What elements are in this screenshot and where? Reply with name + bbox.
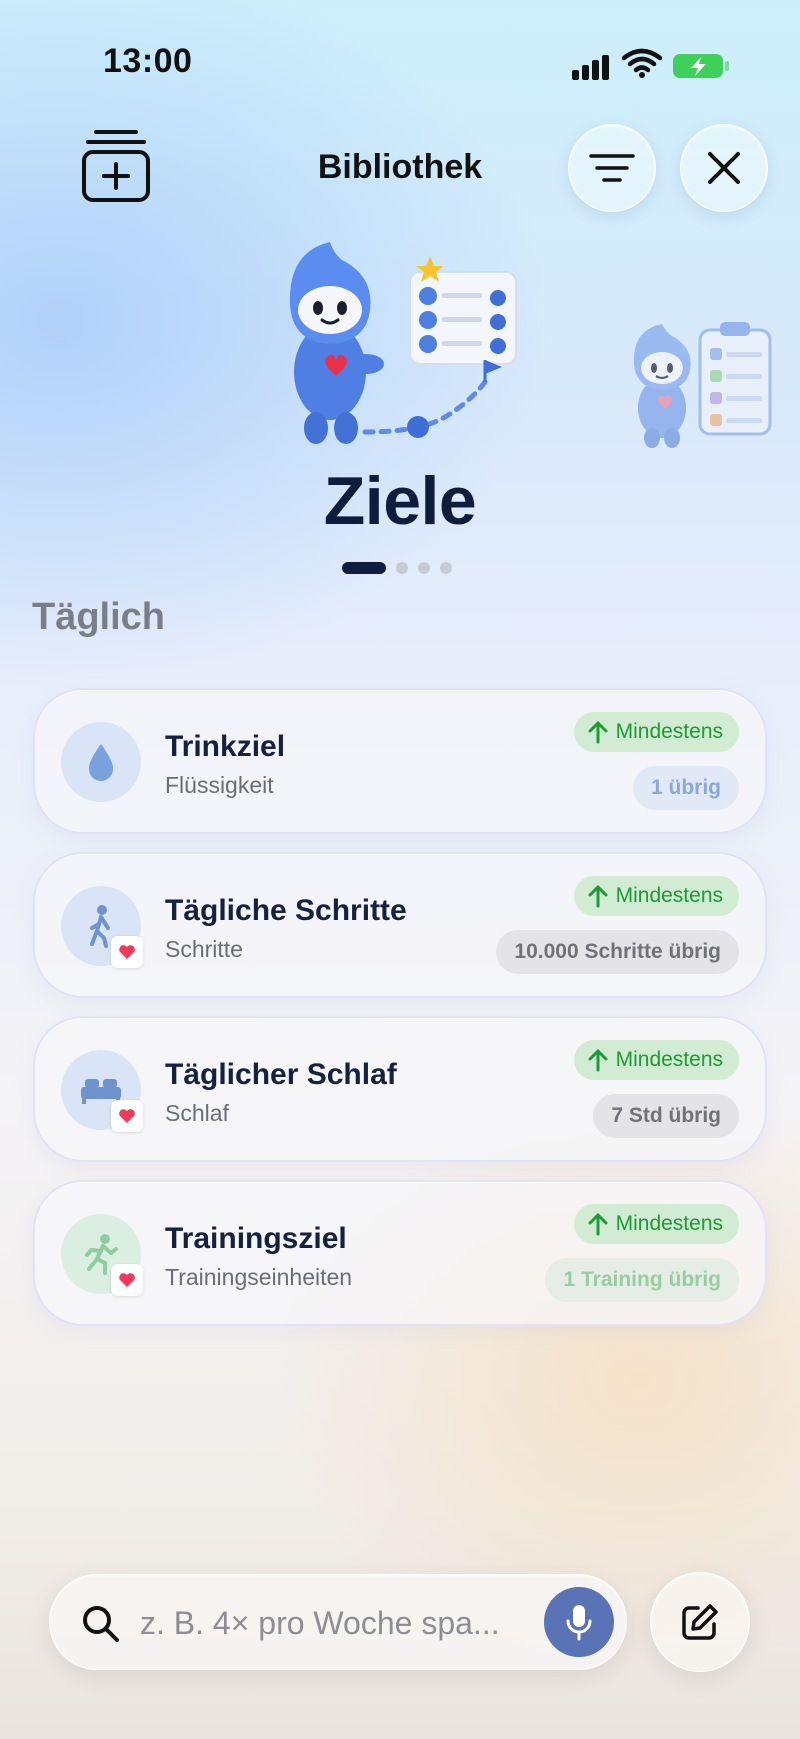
minimum-label: Mindestens bbox=[615, 720, 723, 743]
search-input[interactable] bbox=[140, 1595, 500, 1651]
cellular-signal-icon bbox=[572, 50, 612, 80]
close-button[interactable] bbox=[680, 124, 768, 212]
goal-card-steps[interactable]: Tägliche Schritte Schritte Mindestens 10… bbox=[33, 852, 767, 998]
health-app-badge bbox=[111, 1100, 143, 1132]
minimum-badge: Mindestens bbox=[573, 1040, 739, 1080]
minimum-label: Mindestens bbox=[615, 884, 723, 907]
minimum-label: Mindestens bbox=[615, 1048, 723, 1071]
compose-button[interactable] bbox=[650, 1572, 750, 1672]
arrow-up-icon bbox=[588, 1049, 608, 1072]
wifi-icon bbox=[622, 48, 662, 78]
minimum-badge: Mindestens bbox=[573, 876, 739, 916]
microphone-button[interactable] bbox=[544, 1587, 614, 1657]
remaining-badge: 1 Training übrig bbox=[545, 1258, 739, 1302]
filter-icon bbox=[589, 154, 635, 182]
page-dot-active[interactable] bbox=[342, 562, 386, 574]
mascot-goals-illustration bbox=[289, 242, 517, 444]
goal-title: Täglicher Schlaf bbox=[165, 1058, 397, 1091]
goal-subtitle: Trainingseinheiten bbox=[165, 1264, 353, 1290]
goal-title: Tägliche Schritte bbox=[165, 894, 407, 927]
page-dot[interactable] bbox=[418, 562, 430, 574]
battery-charging-icon bbox=[673, 54, 729, 78]
page-dot[interactable] bbox=[440, 562, 452, 574]
section-title: Täglich bbox=[32, 596, 166, 638]
microphone-icon bbox=[566, 1605, 592, 1641]
page-indicator[interactable] bbox=[342, 562, 452, 574]
arrow-up-icon bbox=[588, 721, 608, 744]
remaining-badge: 7 Std übrig bbox=[593, 1094, 739, 1138]
heart-icon bbox=[119, 1109, 135, 1123]
search-icon bbox=[83, 1606, 119, 1642]
goal-icon-container bbox=[61, 722, 141, 802]
arrow-up-icon bbox=[588, 885, 608, 908]
heart-icon bbox=[119, 1273, 135, 1287]
goal-title: Trainingsziel bbox=[165, 1222, 347, 1255]
filter-button[interactable] bbox=[568, 124, 656, 212]
close-icon bbox=[708, 152, 740, 184]
compose-icon bbox=[682, 1604, 718, 1640]
goal-title: Trinkziel bbox=[165, 730, 286, 763]
goal-subtitle: Schritte bbox=[165, 936, 243, 962]
arrow-up-icon bbox=[588, 1213, 608, 1236]
goal-subtitle: Schlaf bbox=[165, 1100, 229, 1126]
status-time: 13:00 bbox=[103, 42, 193, 80]
goal-card-sleep[interactable]: Täglicher Schlaf Schlaf Mindestens 7 Std… bbox=[33, 1016, 767, 1162]
search-bar[interactable] bbox=[49, 1574, 627, 1670]
carousel-title: Ziele bbox=[323, 463, 477, 539]
goal-card-trinkziel[interactable]: Trinkziel Flüssigkeit Mindestens 1 übrig bbox=[33, 688, 767, 834]
page-dot[interactable] bbox=[396, 562, 408, 574]
minimum-badge: Mindestens bbox=[573, 1204, 739, 1244]
heart-icon bbox=[119, 945, 135, 959]
goal-subtitle: Flüssigkeit bbox=[165, 772, 274, 798]
health-app-badge bbox=[111, 936, 143, 968]
minimum-label: Mindestens bbox=[615, 1212, 723, 1235]
mascot-clipboard-illustration bbox=[633, 322, 772, 448]
remaining-badge: 10.000 Schritte übrig bbox=[496, 930, 739, 974]
water-drop-icon bbox=[88, 744, 114, 781]
remaining-badge: 1 übrig bbox=[632, 766, 739, 810]
health-app-badge bbox=[111, 1264, 143, 1296]
minimum-badge: Mindestens bbox=[573, 712, 739, 752]
goal-card-training[interactable]: Trainingsziel Trainingseinheiten Mindest… bbox=[33, 1180, 767, 1326]
